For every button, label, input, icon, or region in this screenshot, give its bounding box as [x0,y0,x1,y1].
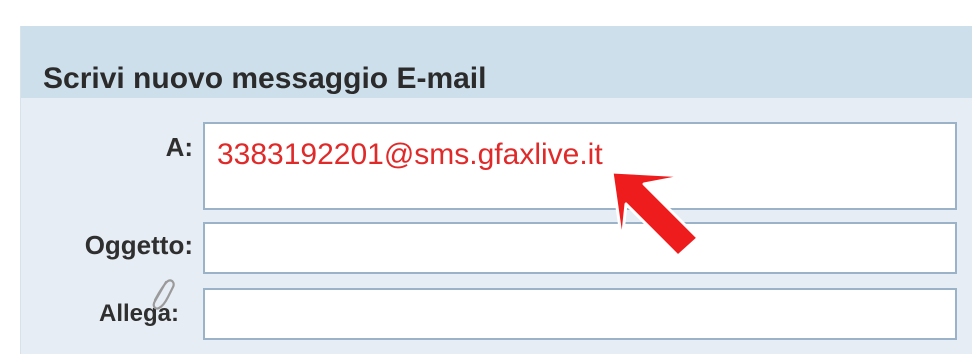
red-arrow-pointer-icon [610,170,700,258]
subject-label: Oggetto: [84,230,193,260]
to-field[interactable]: 3383192201@sms.gfaxlive.it [203,122,957,210]
paperclip-icon[interactable] [146,274,176,314]
email-compose-window: Scrivi nuovo messaggio E-mail A: 3383192… [0,0,972,354]
subject-field[interactable] [203,222,957,274]
to-field-value: 3383192201@sms.gfaxlive.it [217,138,603,171]
to-label: A: [165,132,193,162]
page-title: Scrivi nuovo messaggio E-mail [43,62,487,95]
compose-header: Scrivi nuovo messaggio E-mail [21,26,972,98]
attach-field[interactable] [203,288,957,340]
